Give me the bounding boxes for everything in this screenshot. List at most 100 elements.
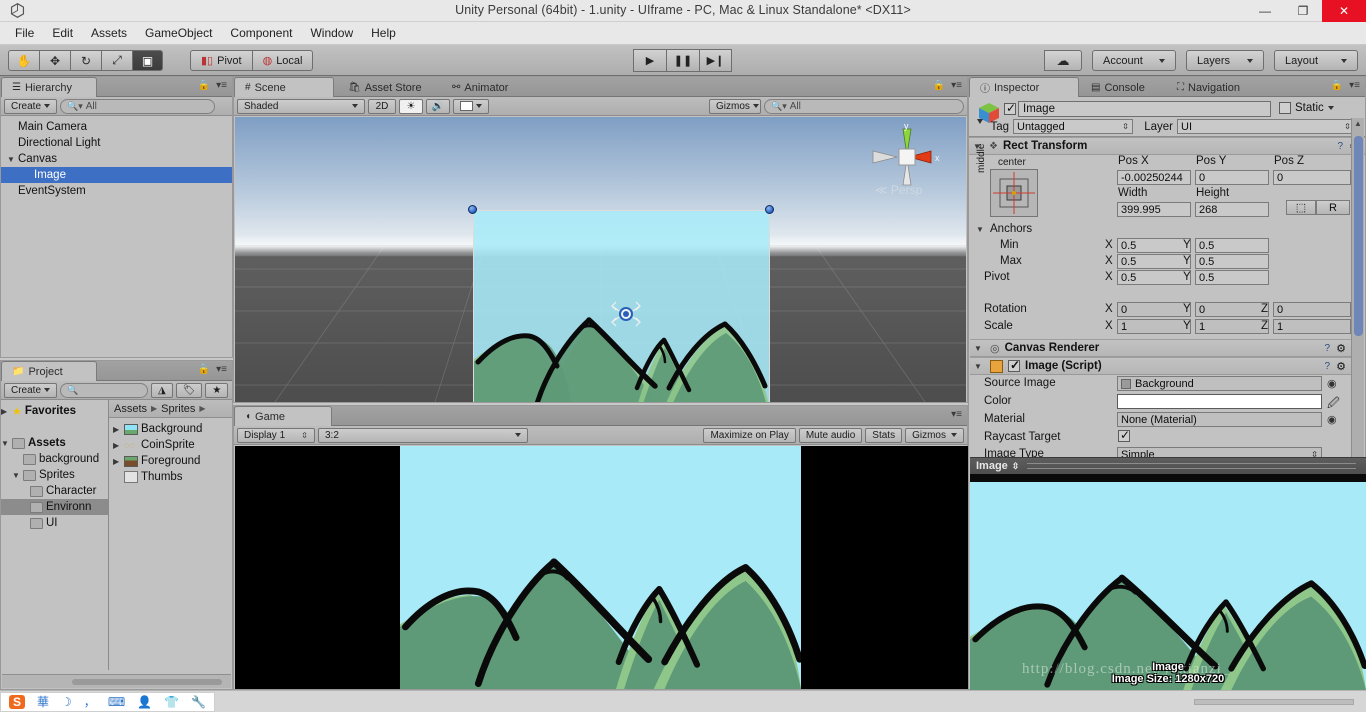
- asset-item-background[interactable]: ▶ Background: [109, 421, 232, 437]
- pivot-gizmo[interactable]: [609, 297, 643, 334]
- rotation-z-input[interactable]: 0: [1273, 302, 1351, 317]
- gear-icon[interactable]: ⚙: [1336, 360, 1346, 373]
- material-picker-icon[interactable]: ◉: [1327, 413, 1337, 426]
- game-gizmos-dropdown[interactable]: Gizmos: [905, 427, 964, 443]
- project-tree-environment[interactable]: Environn: [1, 499, 108, 515]
- disclosure-icon[interactable]: ▼: [976, 225, 987, 234]
- tab-inspector[interactable]: ⓘ Inspector: [969, 77, 1079, 97]
- hierarchy-item-directional-light[interactable]: ▼ Directional Light: [1, 135, 232, 151]
- disclosure-icon[interactable]: ▶: [113, 441, 124, 450]
- tools-icon[interactable]: 🔧: [191, 695, 206, 709]
- step-button[interactable]: ▶❙: [699, 49, 732, 72]
- panel-menu-icon[interactable]: ▾≡: [951, 409, 962, 420]
- anchor-min-x-input[interactable]: 0.5: [1117, 238, 1191, 253]
- pivot-x-input[interactable]: 0.5: [1117, 270, 1191, 285]
- user-icon[interactable]: 👤: [137, 695, 152, 709]
- hierarchy-item-canvas[interactable]: ▼ Canvas: [1, 151, 232, 167]
- tab-game[interactable]: ◖ Game: [234, 406, 332, 426]
- pos-y-input[interactable]: 0: [1195, 170, 1269, 185]
- source-image-picker-icon[interactable]: ◉: [1327, 377, 1337, 390]
- panel-menu-icon[interactable]: ▾≡: [951, 80, 962, 91]
- scene-search-input[interactable]: 🔍▾ All: [764, 98, 964, 114]
- rotation-x-input[interactable]: 0: [1117, 302, 1191, 317]
- rotation-y-input[interactable]: 0: [1195, 302, 1269, 317]
- raw-edit-mode-button[interactable]: R: [1316, 200, 1350, 215]
- tab-console[interactable]: ▤ Console: [1081, 78, 1155, 97]
- help-icon[interactable]: ?: [1324, 361, 1330, 372]
- eyedropper-icon[interactable]: 🖉: [1327, 394, 1340, 415]
- shading-mode-dropdown[interactable]: Shaded: [237, 98, 365, 114]
- scroll-thumb[interactable]: [1354, 136, 1363, 336]
- scene-gizmos-dropdown[interactable]: Gizmos: [709, 98, 761, 114]
- favorite-icon[interactable]: ★: [205, 382, 229, 398]
- scale-y-input[interactable]: 1: [1195, 319, 1269, 334]
- scroll-up-icon[interactable]: ▲: [1354, 119, 1362, 128]
- panel-menu-icon[interactable]: ▾≡: [216, 364, 227, 375]
- lock-icon[interactable]: 🔒: [1331, 80, 1343, 91]
- scene-audio-icon[interactable]: 🔊: [426, 98, 450, 114]
- display-dropdown[interactable]: Display 1 ⇳: [237, 427, 315, 443]
- account-dropdown[interactable]: Account: [1092, 50, 1176, 71]
- tab-scene[interactable]: # Scene: [234, 77, 334, 97]
- canvas-renderer-header[interactable]: ▼ ◎ Canvas Renderer ? ⚙: [970, 339, 1352, 357]
- scene-axis-gizmo[interactable]: y x ≪ Persp: [857, 117, 953, 222]
- scale-z-input[interactable]: 1: [1273, 319, 1351, 334]
- pivot-toggle[interactable]: ▮▯ Pivot: [190, 50, 252, 71]
- rect-transform-header[interactable]: ▼ ❖ Rect Transform ? ⚙: [969, 137, 1365, 155]
- pause-button[interactable]: ❚❚: [666, 49, 699, 72]
- project-tree-background[interactable]: ▼ background: [1, 451, 108, 467]
- menu-edit[interactable]: Edit: [43, 23, 82, 43]
- project-tree-favorites[interactable]: ▶ ★ Favorites: [1, 403, 108, 419]
- scale-x-input[interactable]: 1: [1117, 319, 1191, 334]
- color-swatch[interactable]: [1117, 394, 1322, 409]
- width-input[interactable]: 399.995: [1117, 202, 1191, 217]
- disclosure-icon[interactable]: ▼: [1, 439, 12, 448]
- minimize-button[interactable]: —: [1246, 0, 1284, 22]
- move-tool-icon[interactable]: ✥: [39, 50, 70, 71]
- hierarchy-item-main-camera[interactable]: ▼ Main Camera: [1, 119, 232, 135]
- menu-file[interactable]: File: [6, 23, 43, 43]
- toggle-2d-button[interactable]: 2D: [368, 98, 396, 114]
- zoom-slider[interactable]: [72, 679, 222, 685]
- skin-icon[interactable]: 👕: [164, 695, 179, 709]
- disclosure-icon[interactable]: ▶: [1, 407, 12, 416]
- local-toggle[interactable]: ◍ Local: [251, 50, 314, 71]
- disclosure-icon[interactable]: ▶: [113, 425, 124, 434]
- pos-x-input[interactable]: -0.00250244: [1117, 170, 1191, 185]
- layout-dropdown[interactable]: Layout: [1274, 50, 1358, 71]
- lock-icon[interactable]: 🔒: [198, 80, 210, 91]
- hierarchy-create-button[interactable]: Create: [4, 98, 58, 114]
- help-icon[interactable]: ?: [1337, 141, 1343, 152]
- source-image-field[interactable]: Background: [1117, 376, 1322, 391]
- filter-by-label-icon[interactable]: 🏷: [175, 382, 203, 398]
- help-icon[interactable]: ?: [1324, 343, 1330, 354]
- breadcrumb-assets[interactable]: Assets: [114, 403, 147, 415]
- updown-icon[interactable]: ⇳: [1012, 461, 1020, 472]
- tab-project[interactable]: 📁 Project: [1, 361, 97, 381]
- stats-toggle[interactable]: Stats: [865, 427, 903, 443]
- game-viewport[interactable]: [235, 446, 968, 689]
- lock-icon[interactable]: 🔒: [198, 364, 210, 375]
- comma-icon[interactable]: ，: [84, 693, 96, 710]
- asset-item-coinsprite[interactable]: ▶ ◌◌ CoinSprite: [109, 437, 232, 453]
- anchor-preset-button[interactable]: [990, 169, 1038, 217]
- menu-help[interactable]: Help: [362, 23, 405, 43]
- close-button[interactable]: ✕: [1322, 0, 1366, 22]
- chinese-mode-icon[interactable]: 華: [37, 693, 49, 710]
- disclosure-icon[interactable]: ▼: [974, 362, 985, 371]
- menu-assets[interactable]: Assets: [82, 23, 136, 43]
- menu-window[interactable]: Window: [301, 23, 362, 43]
- static-toggle[interactable]: Static: [1279, 102, 1334, 114]
- image-enabled-checkbox[interactable]: [1008, 358, 1020, 372]
- rotate-tool-icon[interactable]: ↻: [70, 50, 101, 71]
- asset-item-foreground[interactable]: ▶ Foreground: [109, 453, 232, 469]
- tab-hierarchy[interactable]: ☰ Hierarchy: [1, 77, 97, 97]
- raycast-target-checkbox[interactable]: [1118, 428, 1130, 445]
- panel-menu-icon[interactable]: ▾≡: [1349, 80, 1360, 91]
- filter-by-type-icon[interactable]: ◮: [151, 382, 173, 398]
- project-tree-assets[interactable]: ▼ Assets: [1, 435, 108, 451]
- cloud-icon[interactable]: ☁: [1044, 50, 1082, 71]
- preview-drag-handle[interactable]: [1027, 463, 1356, 469]
- resize-handle-tl[interactable]: [468, 205, 477, 214]
- hand-tool-icon[interactable]: ✋: [8, 50, 39, 71]
